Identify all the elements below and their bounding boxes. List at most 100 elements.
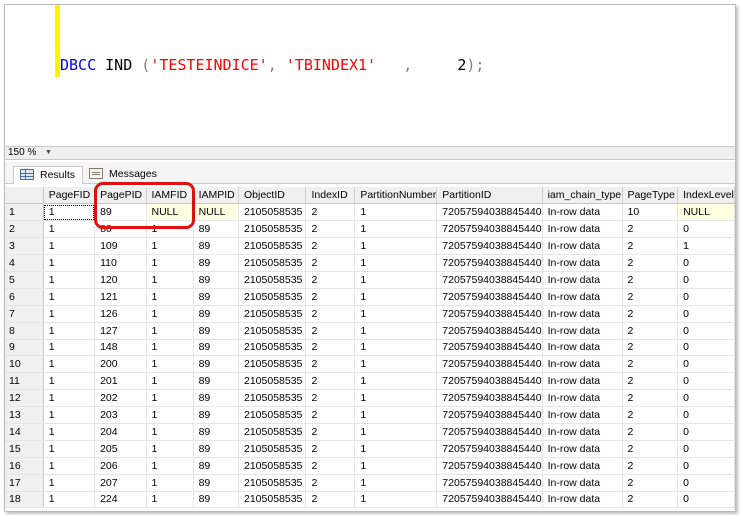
- cell-iampid[interactable]: 89: [193, 457, 240, 475]
- cell-indexid[interactable]: 2: [305, 372, 356, 391]
- cell-objectid[interactable]: 2105058535: [238, 457, 307, 475]
- cell-indexlevel[interactable]: 1: [677, 237, 735, 256]
- cell-iam-chain-type[interactable]: In-row data: [542, 474, 623, 492]
- table-row[interactable]: 17 1 207 1 89 2105058535 2 1 72057594038845440 In…: [5, 474, 735, 492]
- cell-indexid[interactable]: 2: [305, 457, 356, 475]
- cell-indexid[interactable]: 2: [305, 237, 356, 256]
- cell-partitionnumber[interactable]: 1: [354, 339, 438, 357]
- cell-partitionid[interactable]: 72057594038845440: [436, 271, 543, 289]
- row-number[interactable]: 8: [5, 322, 44, 340]
- cell-partitionnumber[interactable]: 1: [354, 271, 438, 289]
- cell-objectid[interactable]: 2105058535: [238, 237, 307, 256]
- cell-pagefid[interactable]: 1: [43, 254, 96, 272]
- cell-objectid[interactable]: 2105058535: [238, 220, 307, 239]
- cell-pagetype[interactable]: 10: [622, 203, 679, 222]
- cell-partitionnumber[interactable]: 1: [354, 423, 438, 441]
- cell-objectid[interactable]: 2105058535: [238, 389, 307, 408]
- cell-pagefid[interactable]: 1: [43, 355, 96, 374]
- row-number[interactable]: 14: [5, 423, 44, 441]
- query-editor[interactable]: DBCC IND ('TESTEINDICE', 'TBINDEX1' , 2)…: [5, 5, 735, 145]
- cell-partitionnumber[interactable]: 1: [354, 203, 438, 222]
- cell-iam-chain-type[interactable]: In-row data: [542, 339, 623, 357]
- cell-pagetype[interactable]: 2: [622, 271, 679, 289]
- cell-indexid[interactable]: 2: [305, 440, 356, 458]
- cell-iam-chain-type[interactable]: In-row data: [542, 389, 623, 408]
- table-row[interactable]: 5 1 120 1 89 2105058535 2 1 72057594038845440 In-…: [5, 271, 735, 289]
- cell-partitionnumber[interactable]: 1: [354, 288, 438, 306]
- cell-partitionid[interactable]: 72057594038845440: [436, 355, 543, 374]
- cell-partitionid[interactable]: 72057594038845440: [436, 339, 543, 357]
- cell-iampid[interactable]: 89: [193, 491, 240, 509]
- table-row[interactable]: 9 1 148 1 89 2105058535 2 1 72057594038845440 In-…: [5, 339, 735, 357]
- row-number[interactable]: 9: [5, 339, 44, 357]
- cell-indexlevel[interactable]: 0: [677, 372, 735, 391]
- cell-pagepid[interactable]: 127: [94, 322, 147, 340]
- cell-objectid[interactable]: 2105058535: [238, 271, 307, 289]
- row-number[interactable]: 11: [5, 372, 44, 391]
- cell-partitionid[interactable]: 72057594038845440: [436, 389, 543, 408]
- table-row[interactable]: 12 1 202 1 89 2105058535 2 1 72057594038845440 In…: [5, 389, 735, 408]
- cell-indexid[interactable]: 2: [305, 355, 356, 374]
- cell-iamfid[interactable]: 1: [146, 406, 194, 424]
- cell-partitionid[interactable]: 72057594038845440: [436, 288, 543, 306]
- cell-pagetype[interactable]: 2: [622, 457, 679, 475]
- cell-pagepid[interactable]: 201: [94, 372, 147, 391]
- cell-pagetype[interactable]: 2: [622, 406, 679, 424]
- cell-indexid[interactable]: 2: [305, 203, 356, 222]
- cell-iampid[interactable]: 89: [193, 406, 240, 424]
- cell-pagepid[interactable]: 204: [94, 423, 147, 441]
- row-number[interactable]: 5: [5, 271, 44, 289]
- cell-iampid[interactable]: 89: [193, 440, 240, 458]
- column-header-iampid[interactable]: IAMPID: [193, 187, 240, 205]
- tab-messages[interactable]: Messages: [83, 166, 157, 184]
- results-grid[interactable]: PageFID PagePID IAMFID IAMPID ObjectID I…: [5, 187, 735, 509]
- cell-iampid[interactable]: 89: [193, 423, 240, 441]
- cell-iam-chain-type[interactable]: In-row data: [542, 237, 623, 256]
- table-row[interactable]: 7 1 126 1 89 2105058535 2 1 72057594038845440 In-…: [5, 305, 735, 323]
- cell-indexlevel[interactable]: 0: [677, 457, 735, 475]
- cell-iam-chain-type[interactable]: In-row data: [542, 288, 623, 306]
- cell-pagetype[interactable]: 2: [622, 491, 679, 509]
- row-number[interactable]: 6: [5, 288, 44, 306]
- cell-pagepid[interactable]: 148: [94, 339, 147, 357]
- cell-objectid[interactable]: 2105058535: [238, 423, 307, 441]
- cell-pagetype[interactable]: 2: [622, 339, 679, 357]
- cell-indexid[interactable]: 2: [305, 389, 356, 408]
- cell-pagetype[interactable]: 2: [622, 474, 679, 492]
- cell-pagefid[interactable]: 1: [43, 474, 96, 492]
- cell-pagetype[interactable]: 2: [622, 389, 679, 408]
- cell-iam-chain-type[interactable]: In-row data: [542, 271, 623, 289]
- cell-partitionid[interactable]: 72057594038845440: [436, 423, 543, 441]
- cell-pagetype[interactable]: 2: [622, 322, 679, 340]
- cell-iampid[interactable]: 89: [193, 305, 240, 323]
- cell-partitionid[interactable]: 72057594038845440: [436, 474, 543, 492]
- row-number[interactable]: 13: [5, 406, 44, 424]
- table-row[interactable]: 11 1 201 1 89 2105058535 2 1 72057594038845440 In…: [5, 372, 735, 391]
- cell-iampid[interactable]: 89: [193, 372, 240, 391]
- cell-iam-chain-type[interactable]: In-row data: [542, 305, 623, 323]
- table-row[interactable]: 8 1 127 1 89 2105058535 2 1 72057594038845440 In-…: [5, 322, 735, 340]
- cell-partitionid[interactable]: 72057594038845440: [436, 254, 543, 272]
- cell-indexid[interactable]: 2: [305, 423, 356, 441]
- cell-partitionid[interactable]: 72057594038845440: [436, 237, 543, 256]
- cell-pagefid[interactable]: 1: [43, 203, 96, 222]
- cell-iam-chain-type[interactable]: In-row data: [542, 457, 623, 475]
- cell-indexid[interactable]: 2: [305, 254, 356, 272]
- cell-pagepid[interactable]: 80: [94, 220, 147, 239]
- cell-iamfid[interactable]: 1: [146, 372, 194, 391]
- cell-iampid[interactable]: 89: [193, 339, 240, 357]
- row-number[interactable]: 4: [5, 254, 44, 272]
- cell-indexlevel[interactable]: 0: [677, 339, 735, 357]
- cell-indexid[interactable]: 2: [305, 406, 356, 424]
- cell-iamfid[interactable]: 1: [146, 474, 194, 492]
- cell-iamfid[interactable]: 1: [146, 322, 194, 340]
- cell-indexid[interactable]: 2: [305, 305, 356, 323]
- table-row[interactable]: 3 1 109 1 89 2105058535 2 1 72057594038845440 In-…: [5, 237, 735, 256]
- cell-pagetype[interactable]: 2: [622, 440, 679, 458]
- cell-iampid[interactable]: 89: [193, 389, 240, 408]
- cell-partitionnumber[interactable]: 1: [354, 491, 438, 509]
- row-number[interactable]: 2: [5, 220, 44, 239]
- cell-pagefid[interactable]: 1: [43, 389, 96, 408]
- column-header-iamfid[interactable]: IAMFID: [146, 187, 194, 205]
- row-number[interactable]: 15: [5, 440, 44, 458]
